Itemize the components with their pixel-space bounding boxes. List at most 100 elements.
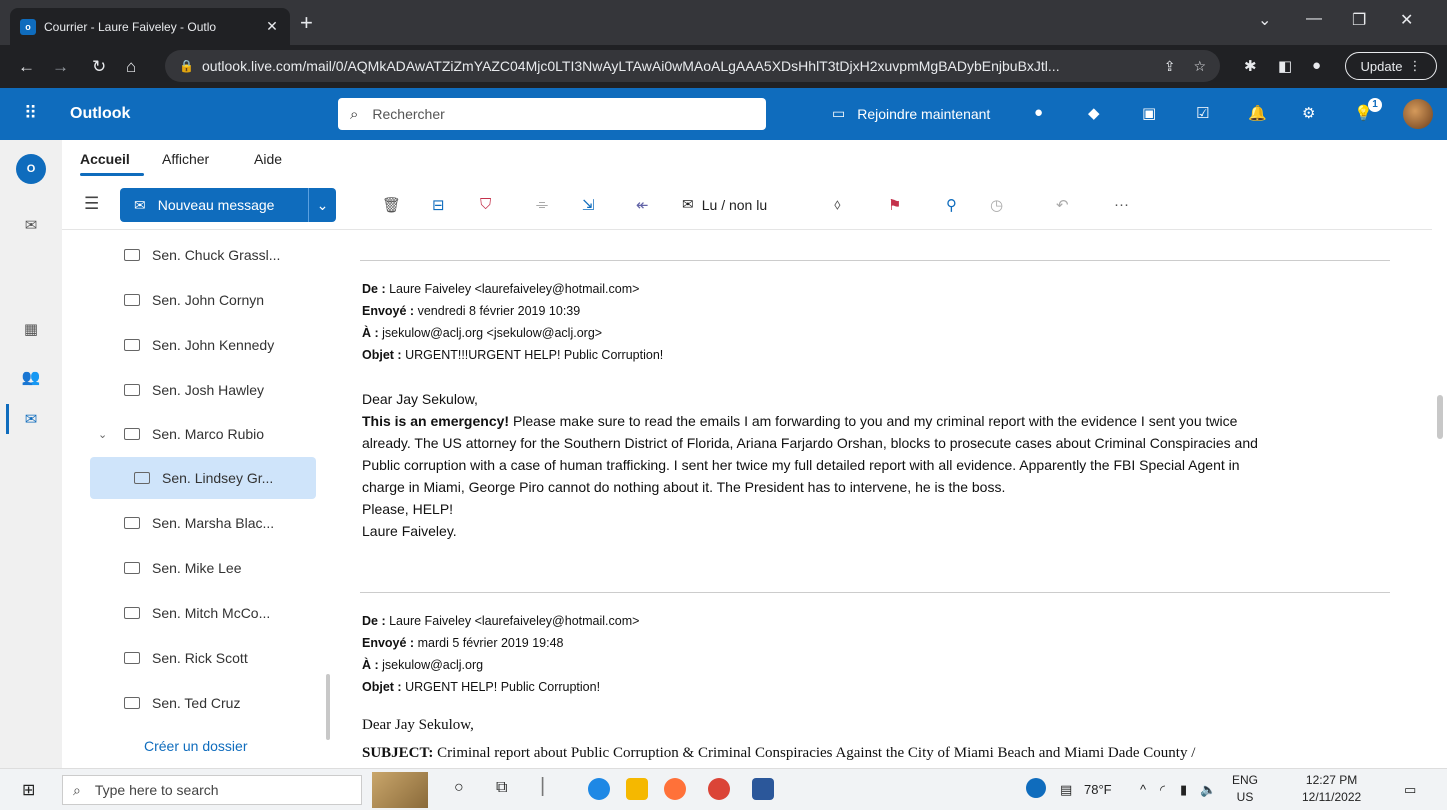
window-close-icon[interactable]: ✕ [1400,10,1413,30]
update-button[interactable]: Update ⋮ [1345,52,1437,80]
folder-item[interactable]: Sen. Mitch McCo... [90,596,316,630]
new-tab-button[interactable]: + [300,12,313,34]
folder-scrollbar[interactable] [326,674,330,740]
minimize-icon[interactable]: — [1306,10,1322,28]
restore-icon[interactable]: ❐ [1352,10,1366,30]
archive-icon[interactable]: ⊟ [432,196,445,214]
people-icon[interactable]: 👥 [20,366,42,388]
side-panel-icon[interactable]: ◧ [1278,57,1292,75]
skype-icon[interactable]: ● [1034,104,1043,121]
body-line: Please make sure to read the emails I am… [509,413,1238,429]
tab-accueil[interactable]: Accueil [80,151,130,167]
cortana-icon[interactable]: ○ [454,779,464,797]
avatar[interactable] [1403,99,1433,129]
word-icon[interactable] [752,778,774,800]
gear-icon[interactable]: ⚙ [1302,104,1315,122]
create-folder-link[interactable]: Créer un dossier [144,738,248,754]
folder-item-selected[interactable]: Sen. Lindsey Gr... [90,457,316,499]
my-day-icon[interactable]: ☑ [1196,104,1209,122]
language-indicator[interactable]: ENG US [1232,772,1258,806]
weather-temp[interactable]: 78°F [1084,782,1112,797]
message-body: Dear Jay Sekulow, This is an emergency! … [362,388,1412,542]
more-options-icon[interactable]: ··· [1114,196,1129,213]
reading-scrollbar[interactable] [1432,230,1447,768]
share-icon[interactable]: ⇪ [1164,58,1176,75]
outlook-app-icon[interactable]: O [16,154,46,184]
calendar-icon[interactable]: ▦ [20,318,42,340]
weather-icon[interactable]: ▤ [1060,782,1072,798]
sweep-icon[interactable]: ⌯ [536,196,548,213]
address-bar[interactable]: 🔒 outlook.live.com/mail/0/AQMkADAwATZiZm… [165,50,1220,82]
folder-item[interactable]: Sen. Marsha Blac... [90,506,316,540]
snooze-icon[interactable]: ◷ [990,196,1003,214]
folder-item[interactable]: ⌄ Sen. Marco Rubio [90,417,316,451]
report-icon[interactable]: ⛉ [480,196,491,213]
close-tab-icon[interactable]: ✕ [264,18,280,35]
clock[interactable]: 12:27 PM 12/11/2022 [1302,772,1361,806]
premium-diamond-icon[interactable]: ◆ [1088,104,1100,122]
search-highlight-image[interactable] [372,772,428,808]
chrome-icon[interactable] [708,778,730,800]
tag-icon[interactable]: ⬨ [834,196,841,213]
folder-item[interactable]: Sen. John Cornyn [90,283,316,317]
ribbon-toolbar: ☰ ✉ Nouveau message ⌄ 🗑 ⊟ ⛉ ⌯ ⇲ ↞ ✉ Lu /… [62,182,1432,230]
reload-icon[interactable]: ↻ [92,57,106,77]
windows-start-icon[interactable]: ⊞ [22,780,35,800]
extensions-icon[interactable]: ✱ [1244,57,1257,75]
firefox-icon[interactable] [664,778,686,800]
delete-icon[interactable]: 🗑 [382,196,401,214]
task-view-icon[interactable]: ⧉ [496,779,507,797]
new-message-dropdown[interactable]: ⌄ [308,188,336,222]
undo-icon[interactable]: ↶ [1056,196,1069,214]
home-icon[interactable]: ⌂ [126,57,136,77]
folder-item[interactable]: Sen. Mike Lee [90,551,316,585]
tab-aide[interactable]: Aide [254,151,282,167]
outlook-brand[interactable]: Outlook [70,105,130,123]
read-unread-button[interactable]: ✉ Lu / non lu [682,196,767,213]
profile-icon[interactable]: ● [1312,57,1321,74]
mail-outline-icon[interactable]: ✉ [20,214,42,236]
divider [360,260,1390,261]
new-message-button[interactable]: ✉ Nouveau message ⌄ [120,188,336,222]
search-box[interactable]: ⌕ Rechercher [338,98,766,130]
flag-icon[interactable]: ⚑ [888,196,901,214]
folder-icon [124,697,140,709]
volume-icon[interactable]: 🔈 [1200,782,1216,798]
battery-icon[interactable]: ▮ [1180,782,1187,798]
notifications-icon[interactable]: ▭ [1404,782,1416,798]
taskbar-search[interactable]: ⌕ Type here to search [62,775,362,805]
edge-icon[interactable] [588,778,610,800]
body-line: already. The US attorney for the Souther… [362,435,1258,451]
folder-item[interactable]: Sen. Rick Scott [90,641,316,675]
folder-item[interactable]: Sen. Ted Cruz [90,686,316,720]
chevron-down-icon[interactable]: ⌄ [98,428,107,441]
join-meeting-button[interactable]: ▭ Rejoindre maintenant [832,105,990,122]
tab-search-icon[interactable]: ⌄ [1258,10,1271,30]
reply-all-icon[interactable]: ↞ [636,196,649,214]
back-icon[interactable]: ← [18,57,35,77]
tab-afficher[interactable]: Afficher [162,151,209,167]
to-value: jsekulow@aclj.org [382,658,484,672]
help-icon[interactable] [1026,778,1046,798]
browser-tab[interactable]: o Courrier - Laure Faiveley - Outlo ✕ [10,8,290,45]
tray-chevron-icon[interactable]: ^ [1140,782,1146,797]
forward-icon[interactable]: → [52,57,69,77]
folder-icon [124,562,140,574]
file-explorer-icon[interactable] [626,778,648,800]
search-icon: ⌕ [73,781,81,798]
clock-date: 12/11/2022 [1302,790,1362,804]
join-label: Rejoindre maintenant [857,105,991,122]
folder-item[interactable]: Sen. Josh Hawley [90,373,316,407]
hamburger-menu-icon[interactable]: ☰ [84,194,99,214]
pin-icon[interactable]: ⚲ [946,196,957,214]
folder-item[interactable]: Sen. Chuck Grassl... [90,238,316,272]
office-icon[interactable]: ▣ [1142,104,1156,122]
mail-icon[interactable]: ✉ [20,408,42,430]
app-launcher-icon[interactable]: ⠿ [24,103,37,124]
folder-item[interactable]: Sen. John Kennedy [90,328,316,362]
bookmark-star-icon[interactable]: ☆ [1193,58,1206,75]
wifi-icon[interactable]: ◜ [1160,782,1165,798]
move-to-icon[interactable]: ⇲ [582,196,595,214]
bell-icon[interactable]: 🔔 [1248,104,1267,122]
scrollbar-thumb[interactable] [1437,395,1443,439]
